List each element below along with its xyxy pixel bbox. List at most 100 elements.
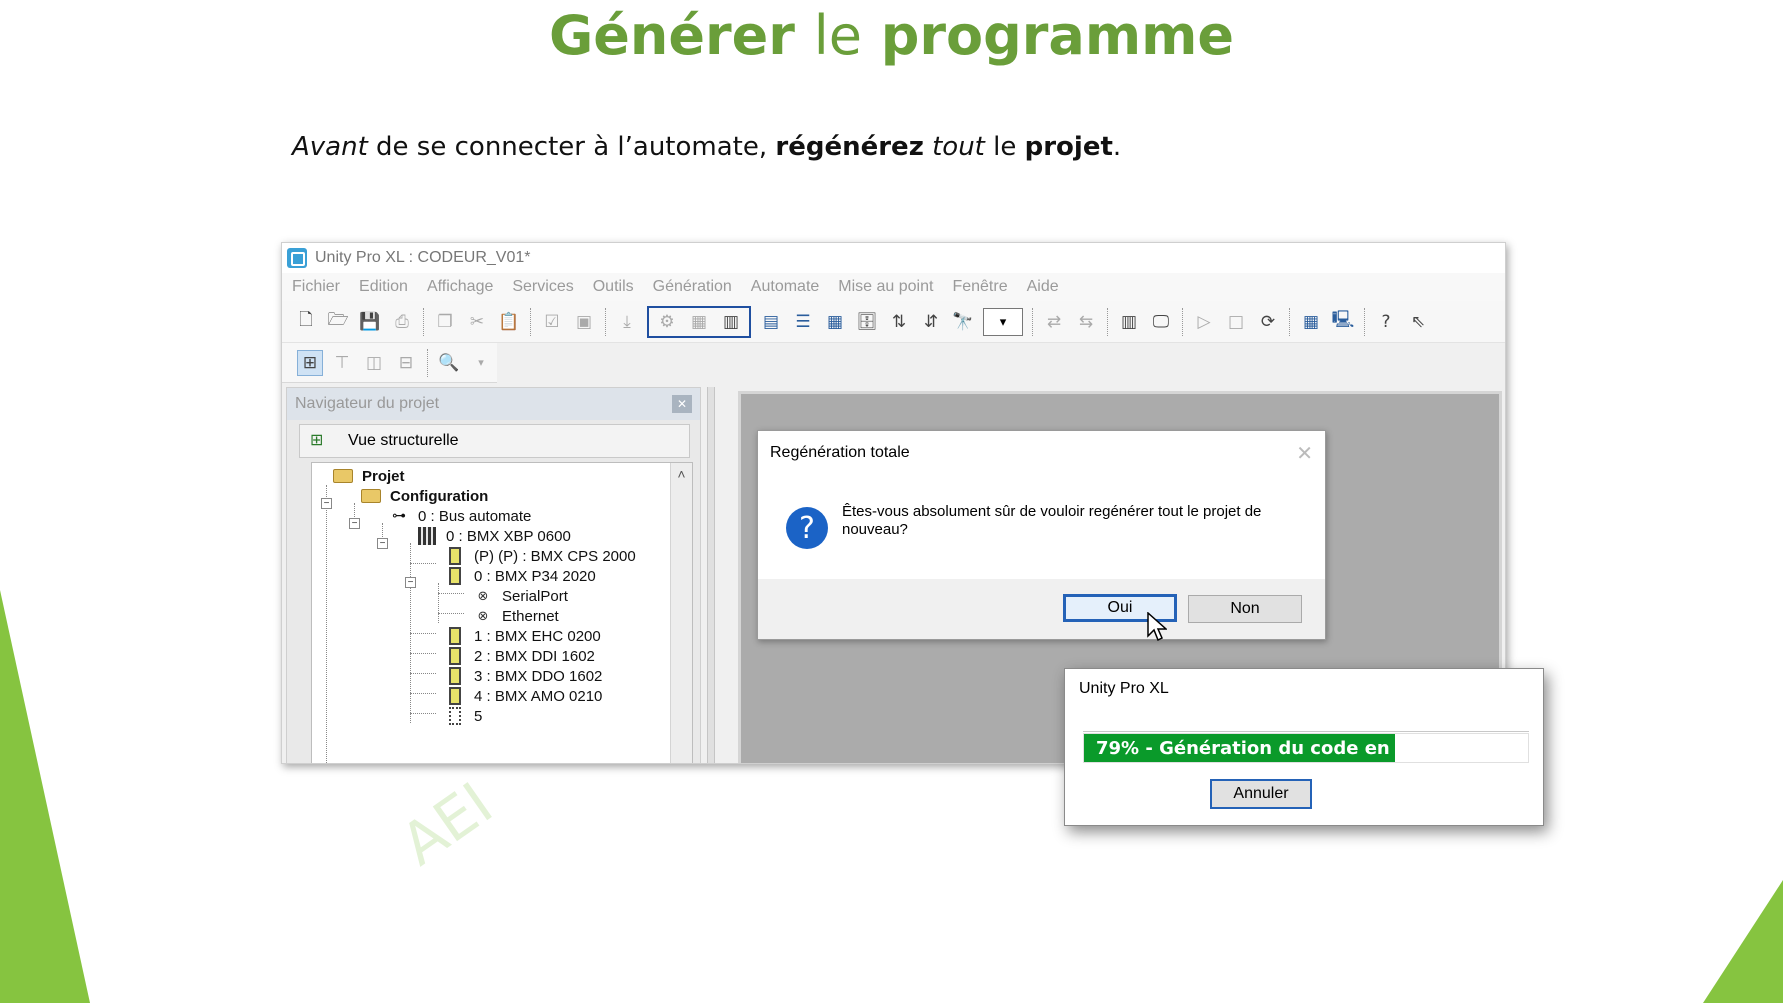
toolbar-separator: [1364, 307, 1365, 336]
tree-view-icon[interactable]: ☰: [790, 309, 816, 335]
tree-item-configuration[interactable]: Configuration: [360, 485, 488, 507]
module-icon: [444, 647, 466, 665]
text-avant: Avant: [292, 132, 368, 162]
tree-item-slot-5[interactable]: 5: [444, 705, 482, 727]
project-browser-icon[interactable]: ▤: [758, 309, 784, 335]
open-folder-icon[interactable]: 🗁: [325, 309, 351, 335]
tree-item-bmx-cps-2000[interactable]: (P) (P) : BMX CPS 2000: [444, 545, 636, 567]
tree-item-label: 0 : Bus automate: [418, 507, 532, 525]
analyze-icon[interactable]: ⚙: [654, 309, 680, 335]
menu-generation[interactable]: Génération: [653, 278, 732, 296]
plc-rack-icon[interactable]: ▥: [1116, 309, 1142, 335]
collapse-icon[interactable]: −: [349, 518, 360, 529]
tree-scrollbar[interactable]: ˄: [670, 463, 692, 763]
navigator-title: Navigateur du projet: [295, 395, 440, 412]
functional-view-icon[interactable]: ⊤: [329, 350, 355, 376]
tree-item-bmx-amo-0210[interactable]: 4 : BMX AMO 0210: [444, 685, 602, 707]
tree-connector: [438, 583, 439, 623]
collapse-icon[interactable]: −: [321, 498, 332, 509]
cut-icon[interactable]: ✂: [464, 309, 490, 335]
watermark: AEI: [388, 769, 505, 879]
panel-splitter[interactable]: [707, 387, 715, 763]
tree-connector: [410, 673, 436, 674]
help-icon[interactable]: ?: [1373, 309, 1399, 335]
slide-title: Générer le programme: [0, 4, 1783, 67]
progress-fill: 79% - Génération du code en cours...: [1084, 734, 1395, 762]
close-icon[interactable]: ✕: [1296, 441, 1313, 465]
tree-item-bmx-p34-2020[interactable]: 0 : BMX P34 2020: [444, 565, 596, 587]
split-horizontal-icon[interactable]: ⊟: [393, 350, 419, 376]
stop-icon[interactable]: □: [1223, 309, 1249, 335]
tree-item-label: Projet: [362, 467, 405, 485]
screen-icon[interactable]: 🖳: [1330, 309, 1356, 335]
menu-edition[interactable]: Edition: [359, 278, 408, 296]
dialog-body: ? Êtes-vous absolument sûr de vouloir re…: [758, 475, 1325, 575]
text-tout: tout: [932, 132, 985, 162]
tree-item-serialport[interactable]: ⊗ SerialPort: [472, 585, 568, 607]
paste-icon[interactable]: 📋: [496, 309, 522, 335]
tree-item-bmx-ddo-1602[interactable]: 3 : BMX DDO 1602: [444, 665, 602, 687]
view-label: Vue structurelle: [348, 432, 459, 449]
menu-outils[interactable]: Outils: [593, 278, 634, 296]
context-help-icon[interactable]: ⇖: [1405, 309, 1431, 335]
tree-item-bmx-ehc-0200[interactable]: 1 : BMX EHC 0200: [444, 625, 601, 647]
zoom-icon[interactable]: 🔍: [436, 350, 462, 376]
run-icon[interactable]: ▷: [1191, 309, 1217, 335]
tree-item-projet[interactable]: Projet: [332, 465, 405, 487]
navigator-header: Navigateur du projet ✕: [287, 388, 700, 420]
text-segment: de se connecter à l’automate,: [367, 132, 776, 162]
io-mapping-icon[interactable]: ⇅: [886, 309, 912, 335]
chevron-down-icon: ▾: [999, 313, 1007, 329]
no-button[interactable]: Non: [1188, 595, 1302, 623]
save-icon[interactable]: 💾: [357, 309, 383, 335]
menu-affichage[interactable]: Affichage: [427, 278, 493, 296]
cancel-button[interactable]: Annuler: [1210, 779, 1312, 809]
chevron-down-icon[interactable]: ▾: [468, 350, 494, 376]
new-file-icon[interactable]: 🗋: [293, 309, 319, 335]
rebuild-all-icon[interactable]: ▥: [718, 309, 744, 335]
connect-icon[interactable]: ⇄: [1041, 309, 1067, 335]
build-changes-icon[interactable]: ▦: [686, 309, 712, 335]
split-vertical-icon[interactable]: ◫: [361, 350, 387, 376]
variable-icon[interactable]: ⇵: [918, 309, 944, 335]
animation-icon[interactable]: ▦: [1298, 309, 1324, 335]
toolbar-dropdown[interactable]: ▾: [983, 307, 1023, 336]
menu-mise-au-point[interactable]: Mise au point: [838, 278, 933, 296]
tree-item-bmx-ddi-1602[interactable]: 2 : BMX DDI 1602: [444, 645, 595, 667]
library-icon[interactable]: 🗄: [854, 309, 880, 335]
menu-fenetre[interactable]: Fenêtre: [952, 278, 1007, 296]
tree-item-label: Ethernet: [502, 607, 559, 625]
chevron-up-icon[interactable]: ˄: [671, 463, 692, 485]
transfer-icon[interactable]: ⟳: [1255, 309, 1281, 335]
title-word-programme: programme: [880, 4, 1235, 67]
progress-title: Unity Pro XL: [1079, 680, 1169, 697]
copy-icon[interactable]: ❐: [432, 309, 458, 335]
validate-icon[interactable]: ☑: [539, 309, 565, 335]
menu-services[interactable]: Services: [512, 278, 573, 296]
question-icon: ?: [786, 507, 828, 549]
collapse-icon[interactable]: −: [377, 538, 388, 549]
structural-view-icon[interactable]: ⊞: [297, 349, 323, 376]
module-icon: [444, 687, 466, 705]
unity-app-icon: [287, 248, 307, 268]
import-icon[interactable]: ⤓: [614, 309, 640, 335]
properties-icon[interactable]: ▣: [571, 309, 597, 335]
menu-aide[interactable]: Aide: [1027, 278, 1059, 296]
simulator-icon[interactable]: 🖵: [1148, 309, 1174, 335]
title-word-le: le: [813, 4, 862, 67]
close-icon[interactable]: ✕: [672, 395, 692, 413]
tree-item-bus-automate[interactable]: ⊶ 0 : Bus automate: [388, 505, 531, 527]
find-binoculars-icon[interactable]: 🔭: [950, 309, 976, 335]
menu-automate[interactable]: Automate: [751, 278, 819, 296]
toolbar-separator: [427, 348, 428, 377]
print-icon[interactable]: ⎙: [389, 309, 415, 335]
toolbar-separator: [1182, 307, 1183, 336]
tree-item-bmx-xbp-0600[interactable]: 0 : BMX XBP 0600: [416, 525, 571, 547]
collapse-icon[interactable]: −: [405, 577, 416, 588]
tree-item-ethernet[interactable]: ⊗ Ethernet: [472, 605, 559, 627]
mouse-cursor-icon: [1147, 612, 1167, 642]
menu-fichier[interactable]: Fichier: [292, 278, 340, 296]
build-toolbar-group: ⚙ ▦ ▥: [647, 305, 751, 338]
data-editor-icon[interactable]: ▦: [822, 309, 848, 335]
disconnect-icon[interactable]: ⇆: [1073, 309, 1099, 335]
